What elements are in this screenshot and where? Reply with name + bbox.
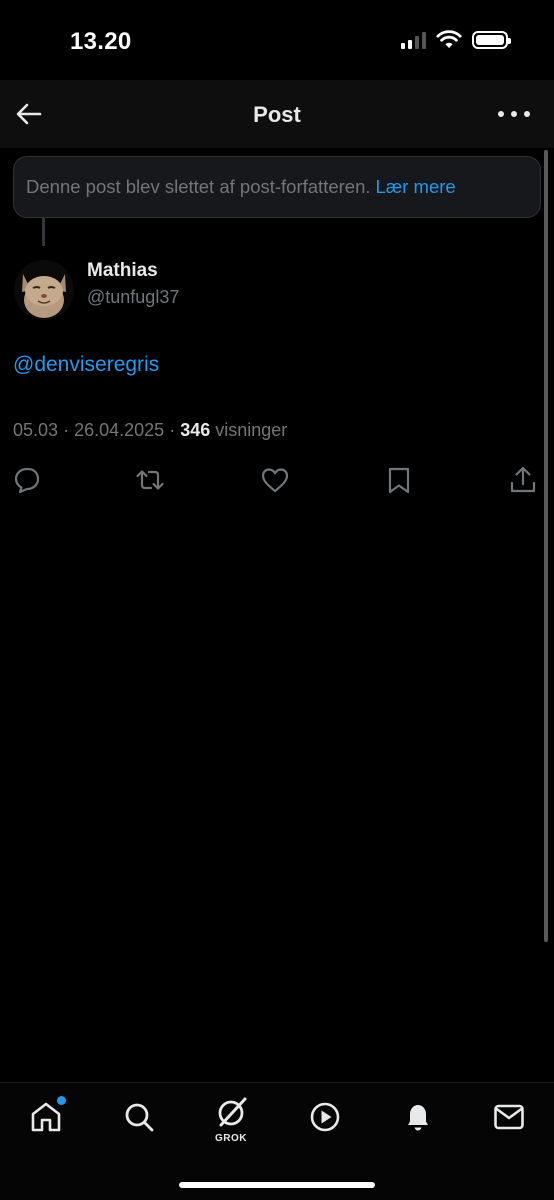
deleted-post-notice: Denne post blev slettet af post-forfatte… <box>13 156 541 218</box>
status-icons <box>401 30 511 50</box>
avatar[interactable] <box>14 260 74 320</box>
status-bar: 13.20 <box>0 0 554 80</box>
author-name[interactable]: Mathias <box>87 260 158 282</box>
nav-home[interactable] <box>28 1096 66 1135</box>
share-icon <box>510 466 536 493</box>
battery-icon <box>472 31 511 49</box>
post-mention-link[interactable]: @denviseregris <box>13 353 159 377</box>
nav-notifications[interactable] <box>400 1099 436 1135</box>
post-action-bar <box>0 458 554 502</box>
scrollbar[interactable] <box>544 150 548 942</box>
grok-icon <box>218 1097 247 1127</box>
bottom-nav: GROK <box>0 1082 554 1200</box>
like-icon <box>261 468 289 493</box>
messages-icon <box>494 1104 524 1130</box>
repost-button[interactable] <box>134 464 166 496</box>
thread-line <box>42 218 45 246</box>
header: Post <box>0 80 554 148</box>
status-time: 13.20 <box>70 28 132 55</box>
post-date: 26.04.2025 <box>74 420 165 440</box>
wifi-icon <box>436 30 462 48</box>
reply-button[interactable] <box>11 464 43 496</box>
grok-label: GROK <box>215 1133 247 1144</box>
learn-more-link[interactable]: Lær mere <box>376 176 456 198</box>
share-button[interactable] <box>507 464 539 496</box>
views-count[interactable]: 346 <box>180 420 210 440</box>
notification-dot <box>57 1096 66 1105</box>
meta-separator: · <box>63 420 70 440</box>
bookmark-button[interactable] <box>383 464 415 496</box>
video-icon <box>310 1102 340 1132</box>
deleted-notice-text: Denne post blev slettet af post-forfatte… <box>26 176 371 197</box>
post-meta: 05.03 · 26.04.2025 · 346 visninger <box>13 420 287 441</box>
author-handle[interactable]: @tunfugl37 <box>87 287 179 308</box>
signal-icon <box>401 31 426 49</box>
reply-icon <box>14 467 40 494</box>
post-time: 05.03 <box>13 420 59 440</box>
nav-grok[interactable]: GROK <box>213 1095 249 1144</box>
more-options-button[interactable] <box>498 102 530 126</box>
nav-messages[interactable] <box>491 1099 527 1135</box>
repost-icon <box>136 470 164 490</box>
views-label[interactable]: visninger <box>215 420 287 440</box>
meta-separator: · <box>169 420 176 440</box>
home-indicator[interactable] <box>179 1182 375 1188</box>
search-icon <box>125 1103 154 1132</box>
nav-search[interactable] <box>121 1099 157 1135</box>
notifications-icon <box>408 1105 428 1131</box>
nav-video[interactable] <box>307 1099 343 1135</box>
more-horizontal-icon <box>498 111 504 117</box>
cat-avatar-image <box>14 260 74 320</box>
page-title: Post <box>253 102 301 127</box>
like-button[interactable] <box>259 464 291 496</box>
bookmark-icon <box>388 467 410 494</box>
